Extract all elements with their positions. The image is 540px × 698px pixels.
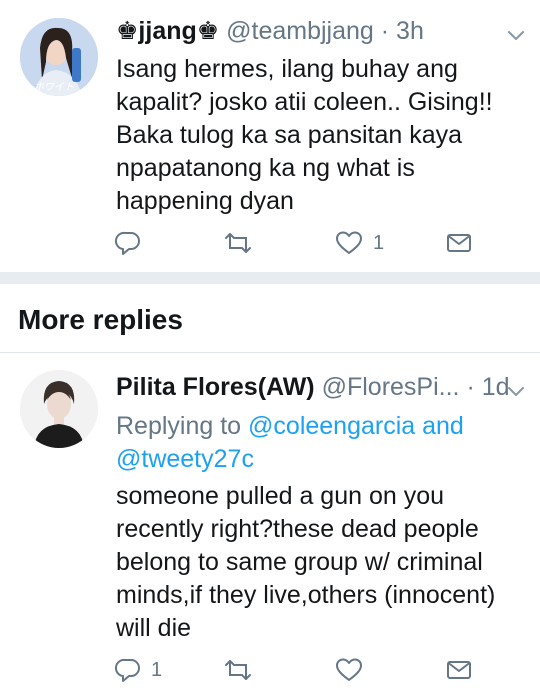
mail-icon xyxy=(447,661,471,679)
tweet-text-line: kapalit? josko atii coleen.. Gising!! xyxy=(116,88,493,116)
tweet-header: ♚jjang♚ @teambjjang · 3h xyxy=(116,16,424,46)
tweet-actions: 1 xyxy=(0,655,540,685)
reply-button[interactable]: 1 xyxy=(115,655,162,685)
tweet-actions: 1 xyxy=(0,228,540,258)
tweet-text-line: minds,if they live,others (innocent) xyxy=(116,581,496,609)
reply-button[interactable] xyxy=(115,228,141,258)
share-button[interactable] xyxy=(445,228,473,258)
replying-and: and xyxy=(415,412,464,440)
like-button[interactable] xyxy=(335,655,363,685)
crown-icon: ♚ xyxy=(116,17,139,45)
tweet-text-line: will die xyxy=(116,614,192,642)
chevron-down-icon[interactable] xyxy=(505,24,527,46)
tweet-text-line: Baka tulog ka sa pansitan kaya xyxy=(116,121,463,149)
tweet-text-line: npapatanong ka ng what is xyxy=(116,154,415,182)
display-name[interactable]: jjang xyxy=(138,17,196,45)
like-count: 1 xyxy=(373,231,385,254)
retweet-button[interactable] xyxy=(223,228,253,258)
handle[interactable]: @teambjjang xyxy=(226,17,374,45)
avatar-image xyxy=(20,370,98,448)
tweet-text: Isang hermes, ilang buhay ang kapalit? j… xyxy=(116,53,526,218)
display-name[interactable]: Pilita Flores(AW) xyxy=(116,373,315,401)
chevron-down-icon[interactable] xyxy=(505,380,527,402)
handle[interactable]: @FloresPi... xyxy=(322,373,460,401)
tweet-text-line: belong to same group w/ criminal xyxy=(116,548,483,576)
replying-to-label: Replying to xyxy=(116,412,249,440)
heart-icon xyxy=(336,231,362,254)
section-separator xyxy=(0,272,540,284)
svg-text:ホワイト: ホワイト xyxy=(34,82,74,93)
reply-icon xyxy=(115,658,140,682)
avatar[interactable]: ホワイト xyxy=(20,18,98,96)
retweet-button[interactable] xyxy=(223,655,253,685)
tweet-header: Pilita Flores(AW) @FloresPi... · 1d xyxy=(116,372,510,402)
reply-count: 1 xyxy=(151,658,163,681)
retweet-icon xyxy=(225,233,251,253)
mention-link[interactable]: @coleengarcia xyxy=(248,412,415,440)
reply-icon xyxy=(115,231,140,255)
replying-to: Replying to @coleengarcia and @tweety27c xyxy=(116,410,526,476)
avatar[interactable] xyxy=(20,370,98,448)
timestamp[interactable]: · 1d xyxy=(460,373,509,401)
retweet-icon xyxy=(225,660,251,680)
mail-icon xyxy=(447,234,471,252)
tweet-text: someone pulled a gun on you recently rig… xyxy=(116,480,526,645)
tweet-text-line: happening dyan xyxy=(116,187,294,215)
crown-icon: ♚ xyxy=(196,17,220,45)
tweet-2[interactable]: Pilita Flores(AW) @FloresPi... · 1d Repl… xyxy=(0,353,540,698)
heart-icon xyxy=(336,658,362,681)
timestamp[interactable]: · 3h xyxy=(374,17,424,45)
section-title: More replies xyxy=(18,304,183,335)
avatar-image: ホワイト xyxy=(20,18,98,96)
share-button[interactable] xyxy=(445,655,473,685)
tweet-text-line: someone pulled a gun on you xyxy=(116,482,445,510)
tweet-text-line: Isang hermes, ilang buhay ang xyxy=(116,55,458,83)
tweet-1[interactable]: ホワイト ♚jjang♚ @teambjjang · 3h Isang herm… xyxy=(0,0,540,272)
like-button[interactable]: 1 xyxy=(335,228,384,258)
mention-link[interactable]: @tweety27c xyxy=(116,445,254,473)
tweet-text-line: recently right?these dead people xyxy=(116,515,479,543)
